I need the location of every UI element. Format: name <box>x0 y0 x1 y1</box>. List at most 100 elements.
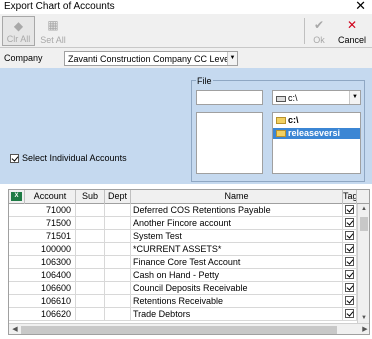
cancel-label: Cancel <box>337 35 366 45</box>
table-row[interactable]: 71500 Another Fincore account <box>9 217 357 230</box>
company-select-value: Zavanti Construction Company CC Level <box>68 54 232 64</box>
tag-cell <box>343 217 357 230</box>
folder-icon <box>276 117 286 125</box>
clear-all-icon: ◆ <box>13 19 24 33</box>
name-cell: Council Deposits Receivable <box>131 282 343 295</box>
title-bar: Export Chart of Accounts ✕ <box>0 0 372 14</box>
directory-item[interactable]: c:\ <box>276 115 299 126</box>
dept-cell <box>105 204 131 217</box>
sub-cell <box>76 269 105 282</box>
column-header-tag[interactable]: Tag <box>343 190 357 204</box>
dept-cell <box>105 269 131 282</box>
tag-cell <box>343 295 357 308</box>
tag-checkbox[interactable] <box>345 283 354 292</box>
vertical-scroll-thumb[interactable] <box>360 217 368 231</box>
sub-cell <box>76 308 105 321</box>
table-row[interactable]: 106610 Retentions Receivable <box>9 295 357 308</box>
account-cell: 106300 <box>9 256 76 269</box>
vertical-scrollbar[interactable]: ▲ ▼ <box>357 204 369 323</box>
account-cell: 106610 <box>9 295 76 308</box>
tag-checkbox[interactable] <box>345 309 354 318</box>
column-header-sub[interactable]: Sub <box>76 190 105 204</box>
tag-cell <box>343 204 357 217</box>
window-title: Export Chart of Accounts <box>4 1 115 12</box>
select-individual-accounts-checkbox[interactable] <box>10 154 19 164</box>
tag-cell <box>343 243 357 256</box>
sub-cell <box>76 256 105 269</box>
horizontal-scroll-thumb[interactable] <box>21 326 337 334</box>
table-row[interactable]: 106400 Cash on Hand - Petty <box>9 269 357 282</box>
horizontal-scrollbar[interactable]: ◀ ▶ <box>9 323 369 334</box>
drive-select[interactable]: c:\ ▼ <box>272 90 361 105</box>
company-row: Company Zavanti Construction Company CC … <box>0 48 372 68</box>
company-select[interactable]: Zavanti Construction Company CC Level ▼ <box>64 51 238 66</box>
account-cell: 100000 <box>9 243 76 256</box>
clear-all-button[interactable]: ◆ Clr All <box>2 16 35 46</box>
excel-export-cell[interactable]: X <box>9 190 25 204</box>
tag-checkbox[interactable] <box>345 244 354 253</box>
cancel-button[interactable]: ✕ Cancel <box>334 16 370 46</box>
table-row[interactable]: 71501 System Test <box>9 230 357 243</box>
select-individual-accounts-label: Select Individual Accounts <box>22 153 127 163</box>
folder-icon <box>276 130 286 138</box>
name-cell: Retentions Receivable <box>131 295 343 308</box>
set-all-icon: ▦ <box>47 18 59 32</box>
tag-cell <box>343 269 357 282</box>
account-cell: 71500 <box>9 217 76 230</box>
chevron-down-icon[interactable]: ▼ <box>349 91 360 104</box>
tag-checkbox[interactable] <box>345 257 354 266</box>
column-header-name[interactable]: Name <box>131 190 343 204</box>
name-cell: System Test <box>131 230 343 243</box>
tag-checkbox[interactable] <box>345 218 354 227</box>
tag-checkbox[interactable] <box>345 231 354 240</box>
table-row[interactable]: 106300 Finance Core Test Account <box>9 256 357 269</box>
ok-button[interactable]: ✔ Ok <box>306 16 332 46</box>
account-cell: 106620 <box>9 308 76 321</box>
toolbar: ◆ Clr All ▦ Set All ✔ Ok ✕ Cancel <box>0 14 372 48</box>
table-row[interactable]: 106600 Council Deposits Receivable <box>9 282 357 295</box>
filename-input[interactable] <box>196 90 263 105</box>
table-row[interactable]: 106620 Trade Debtors <box>9 308 357 321</box>
close-icon[interactable]: ✕ <box>355 0 366 14</box>
sub-cell <box>76 243 105 256</box>
dept-cell <box>105 217 131 230</box>
column-header-account[interactable]: Account <box>25 190 76 204</box>
scroll-up-icon[interactable]: ▲ <box>358 204 369 214</box>
clear-all-label: Clr All <box>6 34 31 44</box>
sub-cell <box>76 295 105 308</box>
account-cell: 71000 <box>9 204 76 217</box>
account-cell: 106400 <box>9 269 76 282</box>
ok-label: Ok <box>313 35 325 45</box>
scroll-left-icon[interactable]: ◀ <box>9 324 21 334</box>
directory-item-label: c:\ <box>288 115 299 125</box>
directory-item-label: releaseversi <box>288 128 341 138</box>
company-label: Company <box>4 53 43 63</box>
grid-header: X Account Sub Dept Name Tag <box>9 190 369 204</box>
scroll-right-icon[interactable]: ▶ <box>359 324 369 334</box>
set-all-button[interactable]: ▦ Set All <box>36 16 70 46</box>
name-cell: Deferred COS Retentions Payable <box>131 204 343 217</box>
column-header-dept[interactable]: Dept <box>105 190 131 204</box>
name-cell: Trade Debtors <box>131 308 343 321</box>
name-cell: Finance Core Test Account <box>131 256 343 269</box>
cancel-x-icon: ✕ <box>346 18 358 32</box>
excel-icon[interactable]: X <box>11 192 22 201</box>
file-group-label: File <box>196 76 213 86</box>
tag-checkbox[interactable] <box>345 296 354 305</box>
table-row[interactable]: 71000 Deferred COS Retentions Payable <box>9 204 357 217</box>
tag-checkbox[interactable] <box>345 270 354 279</box>
name-cell: Cash on Hand - Petty <box>131 269 343 282</box>
directory-item-selected[interactable]: releaseversi <box>273 128 360 139</box>
directory-list[interactable]: c:\ releaseversi <box>272 112 361 174</box>
dept-cell <box>105 256 131 269</box>
tag-checkbox[interactable] <box>345 205 354 214</box>
table-row[interactable]: 100000 *CURRENT ASSETS* <box>9 243 357 256</box>
chevron-down-icon[interactable]: ▼ <box>227 52 237 65</box>
set-all-label: Set All <box>40 35 66 45</box>
tag-cell <box>343 256 357 269</box>
name-cell: *CURRENT ASSETS* <box>131 243 343 256</box>
select-individual-accounts-option[interactable]: Select Individual Accounts <box>10 153 127 164</box>
scroll-down-icon[interactable]: ▼ <box>358 313 369 323</box>
file-list[interactable] <box>196 112 263 174</box>
drive-select-value: c:\ <box>288 93 298 103</box>
